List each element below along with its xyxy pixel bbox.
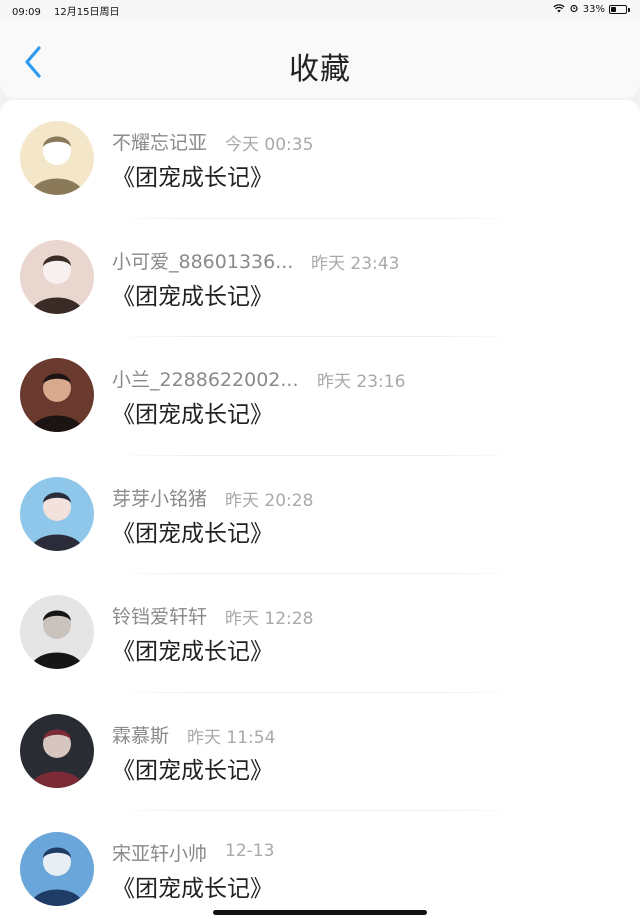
favorite-username: 小可爱_88601336... <box>112 250 294 273</box>
status-time: 09:09 <box>12 7 41 18</box>
page-title: 收藏 <box>289 52 351 87</box>
favorites-list[interactable]: 不耀忘记亚 今天 00:35 《团宠成长记》 小可爱_88601336... 昨天 23… <box>0 100 640 921</box>
favorite-row[interactable]: 铃铛爱轩轩 昨天 12:28 《团宠成长记》 <box>0 574 640 693</box>
favorite-username: 芽芽小铭猪 <box>112 487 208 510</box>
favorite-username: 不耀忘记亚 <box>112 132 208 154</box>
wifi-icon <box>553 3 565 16</box>
favorite-time: 昨天 11:54 <box>187 727 276 748</box>
favorite-row[interactable]: 不耀忘记亚 今天 00:35 《团宠成长记》 <box>0 100 640 219</box>
status-right: 33% <box>553 3 630 16</box>
home-indicator[interactable] <box>213 910 427 915</box>
favorite-time: 昨天 23:16 <box>317 372 406 392</box>
favorite-time: 12-13 <box>225 841 275 861</box>
avatar[interactable] <box>20 832 94 906</box>
status-left: 09:09 12月15日周日 <box>12 3 129 18</box>
favorite-time: 昨天 20:28 <box>225 490 314 511</box>
favorite-username: 霖慕斯 <box>112 724 170 747</box>
battery-percent: 33% <box>582 4 605 15</box>
avatar[interactable] <box>20 121 94 195</box>
avatar[interactable] <box>20 595 94 669</box>
favorite-title[interactable]: 《团宠成长记》 <box>112 869 273 903</box>
status-date: 12月15日周日 <box>54 7 120 18</box>
alarm-icon <box>569 3 579 16</box>
avatar[interactable] <box>20 476 94 551</box>
battery-icon <box>609 5 627 14</box>
favorite-username: 铃铛爱轩轩 <box>112 606 208 628</box>
favorite-row[interactable]: 小兰_2288622002... 昨天 23:16 《团宠成长记》 <box>0 337 640 456</box>
favorite-title[interactable]: 《团宠成长记》 <box>112 751 273 785</box>
favorite-row[interactable]: 霖慕斯 昨天 11:54 《团宠成长记》 <box>0 693 640 811</box>
favorite-username: 小兰_2288622002... <box>112 369 299 391</box>
favorite-title[interactable]: 《团宠成长记》 <box>112 158 273 192</box>
favorite-row[interactable]: 小可爱_88601336... 昨天 23:43 《团宠成长记》 <box>0 219 640 337</box>
avatar[interactable] <box>20 239 94 314</box>
favorite-row[interactable]: 宋亚轩小帅 12-13 《团宠成长记》 <box>0 811 640 921</box>
favorite-username: 宋亚轩小帅 <box>112 843 208 865</box>
nav-bar: 收藏 <box>0 20 640 98</box>
avatar[interactable] <box>20 713 94 788</box>
battery-level <box>611 7 616 12</box>
favorite-title[interactable]: 《团宠成长记》 <box>112 632 273 666</box>
favorite-time: 昨天 23:43 <box>311 253 400 274</box>
favorite-time: 昨天 12:28 <box>225 609 314 629</box>
battery-tip <box>628 7 630 12</box>
avatar[interactable] <box>20 358 94 432</box>
favorite-title[interactable]: 《团宠成长记》 <box>112 277 273 311</box>
favorite-title[interactable]: 《团宠成长记》 <box>112 395 273 429</box>
favorite-time: 今天 00:35 <box>225 135 314 155</box>
favorite-title[interactable]: 《团宠成长记》 <box>112 514 273 548</box>
favorite-row[interactable]: 芽芽小铭猪 昨天 20:28 《团宠成长记》 <box>0 456 640 574</box>
status-bar: 09:09 12月15日周日 33% <box>0 0 640 20</box>
